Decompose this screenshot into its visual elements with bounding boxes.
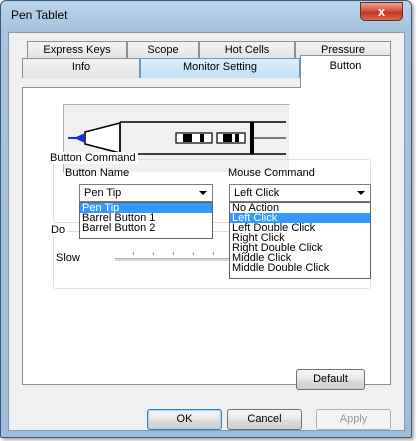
- button-name-label: Button Name: [65, 167, 130, 179]
- apply-button[interactable]: Apply: [316, 409, 391, 430]
- tab-express-keys[interactable]: Express Keys: [27, 41, 127, 59]
- slider-tick: [133, 252, 134, 255]
- mouse-command-value: Left Click: [234, 187, 280, 199]
- tab-scope[interactable]: Scope: [127, 41, 199, 59]
- slider-tick: [193, 252, 194, 255]
- double-click-group-label: Do: [49, 224, 68, 236]
- tab-monitor-setting[interactable]: Monitor Setting: [140, 58, 300, 78]
- dialog-client-area: Express Keys Scope Hot Cells Pressure In…: [8, 32, 405, 431]
- button-name-option-barrel-2[interactable]: Barrel Button 2: [80, 223, 212, 234]
- button-command-group-label: Button Command: [48, 152, 138, 164]
- chevron-down-icon: [199, 191, 207, 195]
- chevron-down-icon: [357, 191, 365, 195]
- default-button[interactable]: Default: [296, 369, 365, 390]
- button-name-value: Pen Tip: [84, 187, 122, 199]
- ok-button[interactable]: OK: [147, 409, 222, 430]
- mouse-command-label: Mouse Command: [228, 167, 315, 179]
- slider-tick: [213, 252, 214, 255]
- cancel-button[interactable]: Cancel: [227, 409, 302, 430]
- close-button[interactable]: x: [360, 2, 403, 21]
- slider-tick: [153, 252, 154, 255]
- pen-tablet-window: Pen Tablet x Express Keys Scope Hot Cell…: [0, 0, 412, 438]
- tab-info[interactable]: Info: [22, 58, 140, 78]
- double-click-speed-slider[interactable]: [115, 258, 230, 261]
- mouse-command-option-middle-double-click[interactable]: Middle Double Click: [230, 263, 370, 274]
- button-name-dropdown[interactable]: Pen Tip Barrel Button 1 Barrel Button 2: [79, 202, 213, 239]
- mouse-command-select[interactable]: Left Click: [229, 184, 371, 202]
- slider-tick: [173, 252, 174, 255]
- mouse-command-dropdown[interactable]: No Action Left Click Left Double Click R…: [229, 202, 371, 279]
- tab-hot-cells[interactable]: Hot Cells: [199, 41, 295, 59]
- tab-button[interactable]: Button: [300, 55, 391, 88]
- window-title: Pen Tablet: [11, 8, 68, 22]
- button-name-select[interactable]: Pen Tip: [79, 184, 213, 202]
- slow-label: Slow: [56, 252, 80, 264]
